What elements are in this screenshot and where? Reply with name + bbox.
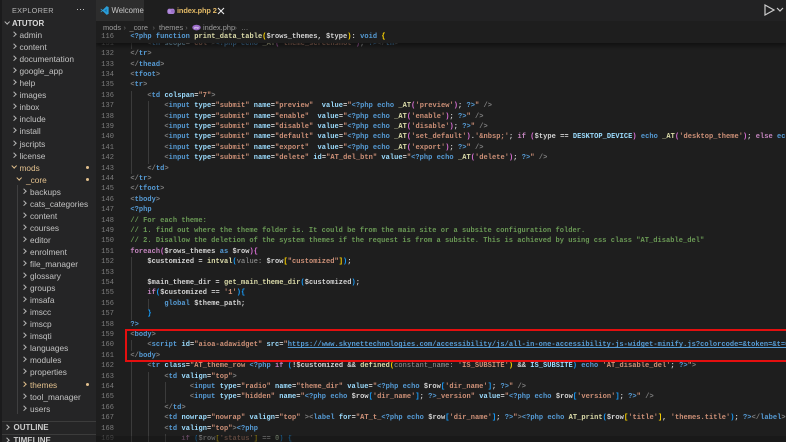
svg-text:php: php [194, 25, 199, 29]
